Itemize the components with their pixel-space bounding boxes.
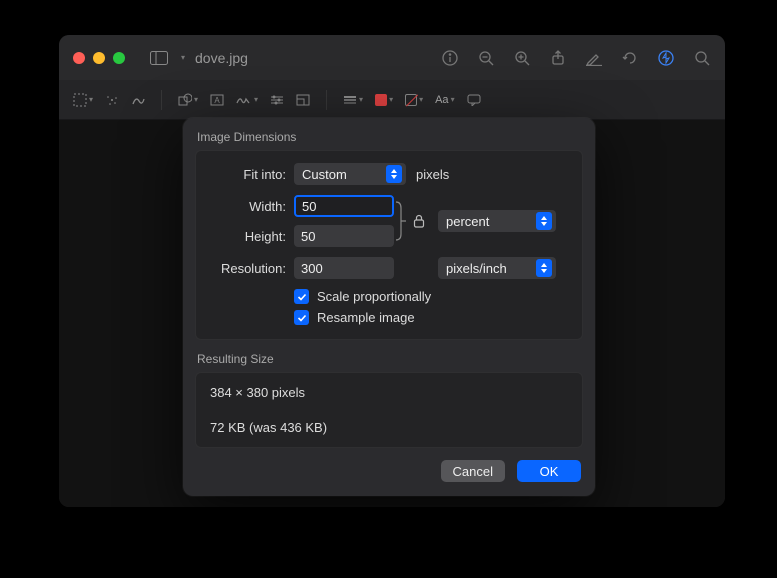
lock-icon[interactable] (408, 214, 430, 228)
sidebar-toggle-icon[interactable] (145, 48, 173, 68)
resample-image-checkbox[interactable] (294, 310, 309, 325)
result-dimensions: 384 × 380 pixels (210, 385, 568, 400)
close-window-button[interactable] (73, 52, 85, 64)
info-icon[interactable] (441, 49, 459, 67)
resolution-input[interactable] (294, 257, 394, 279)
zoom-in-icon[interactable] (513, 49, 531, 67)
adjust-size-dialog: Image Dimensions Fit into: Custom pixels… (183, 118, 595, 496)
instant-alpha-tool[interactable] (105, 93, 119, 107)
fit-into-unit: pixels (416, 167, 449, 182)
dimension-unit-value: percent (446, 214, 489, 229)
annotate-tool[interactable] (467, 94, 481, 106)
image-dimensions-heading: Image Dimensions (195, 130, 583, 144)
resolution-unit-select[interactable]: pixels/inch (438, 257, 556, 279)
stepper-arrows-icon (386, 165, 402, 183)
search-icon[interactable] (693, 49, 711, 67)
text-tool[interactable]: A (210, 94, 224, 106)
resulting-size-panel: 384 × 380 pixels 72 KB (was 436 KB) (195, 372, 583, 448)
width-input[interactable] (294, 195, 394, 217)
fit-into-value: Custom (302, 167, 347, 182)
dimension-unit-select[interactable]: percent (438, 210, 556, 232)
crop-icon[interactable] (657, 49, 675, 67)
scale-proportionally-checkbox[interactable] (294, 289, 309, 304)
width-label: Width: (208, 199, 286, 214)
scale-proportionally-label: Scale proportionally (317, 289, 431, 304)
link-bracket-icon (394, 195, 408, 247)
adjust-color-tool[interactable] (270, 94, 284, 106)
titlebar: ▾ dove.jpg (59, 35, 725, 80)
window-controls (73, 52, 125, 64)
height-label: Height: (208, 229, 286, 244)
markup-toolbar: ▾ ▾ A ▾ ▾ ▾ ▾ Aa▾ (59, 80, 725, 120)
sign-tool[interactable]: ▾ (236, 94, 258, 106)
zoom-out-icon[interactable] (477, 49, 495, 67)
minimize-window-button[interactable] (93, 52, 105, 64)
height-input[interactable] (294, 225, 394, 247)
text-style-tool[interactable]: Aa▾ (435, 94, 454, 106)
svg-text:A: A (214, 96, 220, 105)
markup-icon[interactable] (585, 49, 603, 67)
selection-tool[interactable]: ▾ (73, 93, 93, 107)
resolution-label: Resolution: (208, 261, 286, 276)
document-title: dove.jpg (195, 50, 248, 66)
line-style-tool[interactable]: ▾ (343, 95, 363, 105)
stepper-arrows-icon (536, 212, 552, 230)
image-dimensions-panel: Fit into: Custom pixels Width: Height: (195, 150, 583, 340)
shapes-tool[interactable]: ▾ (178, 93, 198, 107)
resample-image-label: Resample image (317, 310, 415, 325)
fill-color-tool[interactable]: ▾ (405, 94, 423, 106)
adjust-size-tool[interactable] (296, 94, 310, 106)
stepper-arrows-icon (536, 259, 552, 277)
border-color-tool[interactable]: ▾ (375, 94, 393, 106)
rotate-icon[interactable] (621, 49, 639, 67)
result-filesize: 72 KB (was 436 KB) (210, 420, 568, 435)
zoom-window-button[interactable] (113, 52, 125, 64)
resulting-size-heading: Resulting Size (195, 352, 583, 366)
ok-button[interactable]: OK (517, 460, 581, 482)
share-icon[interactable] (549, 49, 567, 67)
sketch-tool[interactable] (131, 93, 145, 107)
fit-into-select[interactable]: Custom (294, 163, 406, 185)
titlebar-actions (441, 49, 711, 67)
chevron-down-icon[interactable]: ▾ (181, 53, 185, 62)
cancel-button[interactable]: Cancel (441, 460, 505, 482)
resolution-unit-value: pixels/inch (446, 261, 507, 276)
fit-into-label: Fit into: (208, 167, 286, 182)
